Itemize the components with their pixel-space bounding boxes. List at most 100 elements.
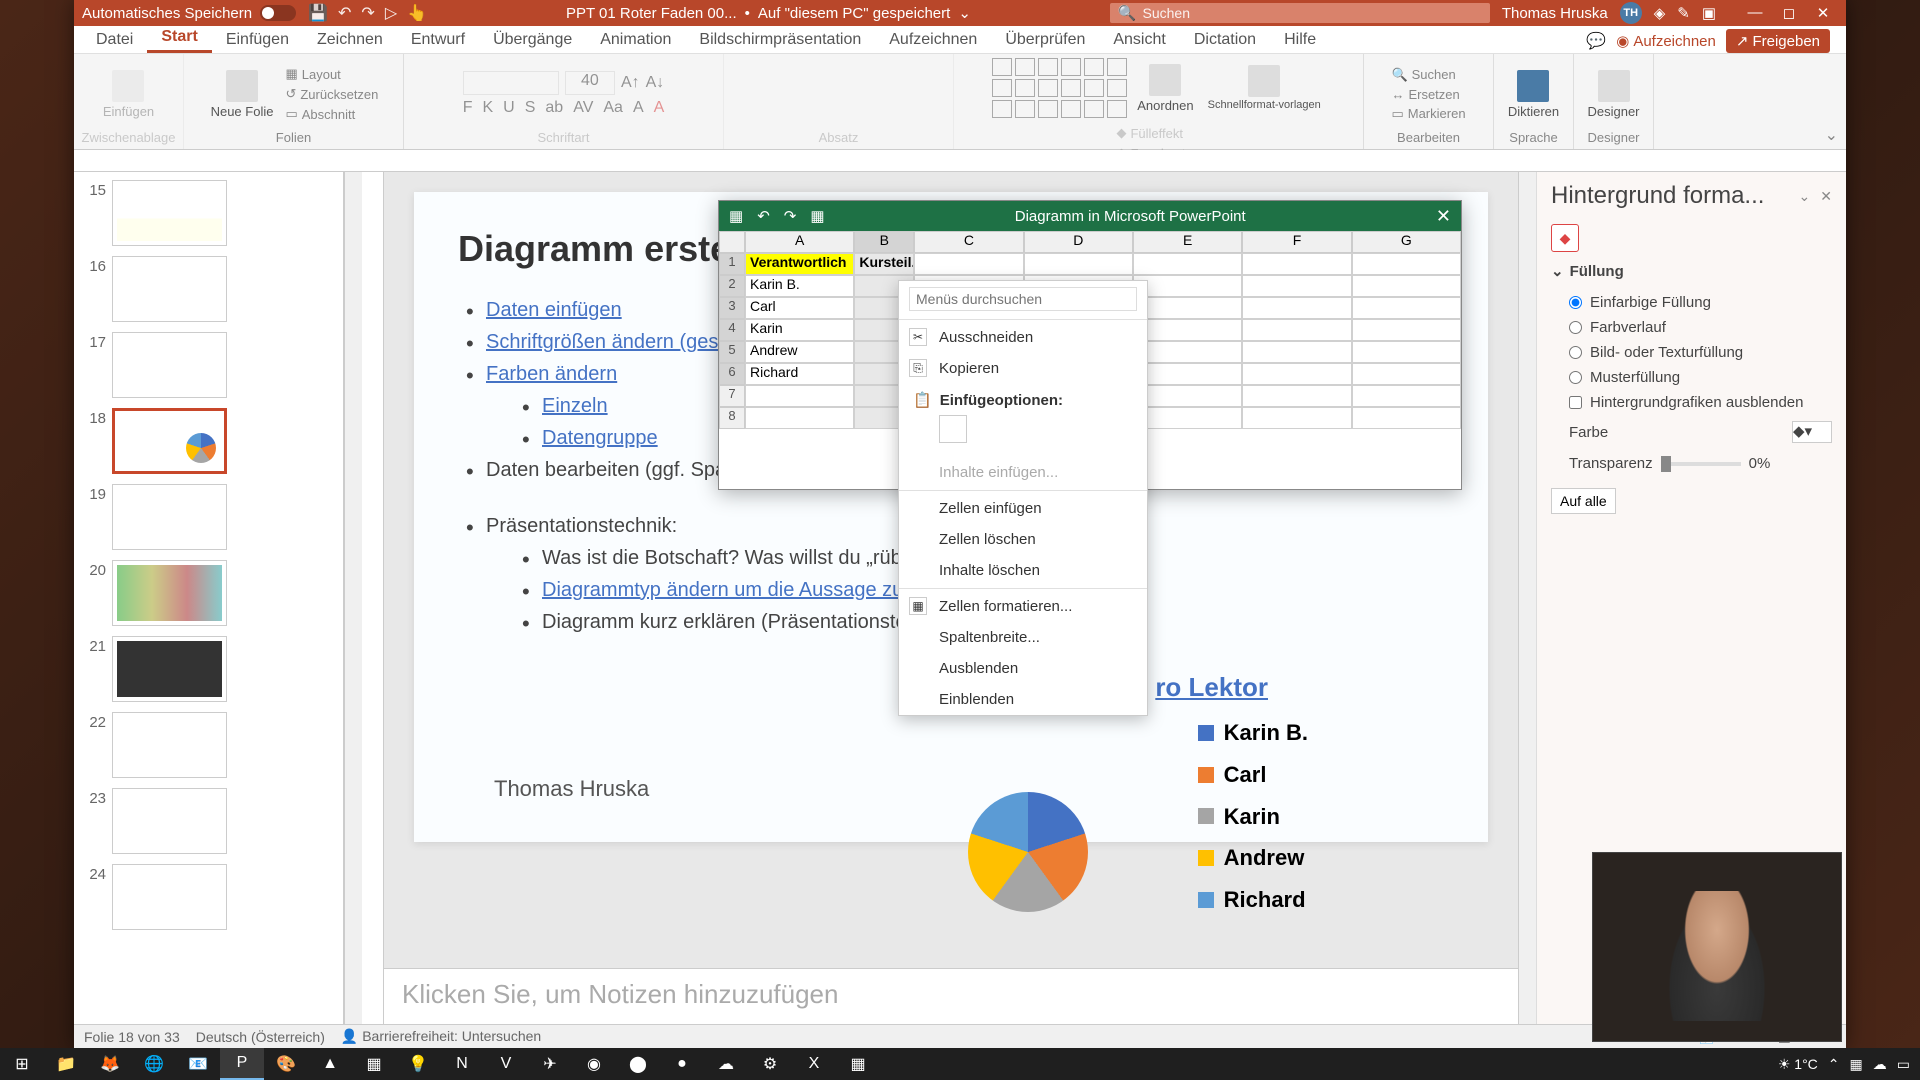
- col-header-a[interactable]: A: [745, 231, 854, 253]
- fill-gradient-option[interactable]: Farbverlauf: [1551, 315, 1832, 340]
- settings-icon[interactable]: ⚙: [748, 1048, 792, 1080]
- pane-dropdown-icon[interactable]: ⌄: [1799, 188, 1811, 205]
- excel-grid-icon[interactable]: ▦: [810, 207, 824, 225]
- accessibility-check[interactable]: 👤 Barrierefreiheit: Untersuchen: [341, 1028, 541, 1045]
- layout-button[interactable]: ▦ Layout: [283, 65, 380, 83]
- user-avatar[interactable]: TH: [1620, 2, 1642, 24]
- undo-icon[interactable]: ↶: [338, 3, 351, 23]
- cell-a6[interactable]: Richard: [745, 363, 854, 385]
- tab-dictation[interactable]: Dictation: [1180, 27, 1270, 53]
- shapes-gallery[interactable]: [992, 58, 1127, 118]
- select-button[interactable]: ▭ Markieren: [1389, 105, 1467, 123]
- new-slide-button[interactable]: Neue Folie: [207, 68, 278, 121]
- paste-option-default[interactable]: [939, 415, 967, 443]
- tray-icon-3[interactable]: ▭: [1897, 1056, 1910, 1073]
- grow-font-icon[interactable]: A↑: [621, 74, 640, 92]
- cell-a1[interactable]: Verantwortlich: [745, 253, 854, 275]
- underline-button[interactable]: U: [503, 99, 515, 117]
- excel-undo-icon[interactable]: ↶: [757, 207, 770, 225]
- ctx-insert-cells[interactable]: Zellen einfügen: [899, 493, 1147, 524]
- color-picker[interactable]: ◆▾: [1792, 421, 1832, 443]
- tab-animation[interactable]: Animation: [586, 27, 685, 53]
- quickformat-button[interactable]: Schnellformat-vorlagen: [1204, 63, 1325, 113]
- find-button[interactable]: 🔍 Suchen: [1389, 66, 1457, 84]
- fill-pattern-option[interactable]: Musterfüllung: [1551, 365, 1832, 390]
- replace-button[interactable]: ↔ Ersetzen: [1389, 86, 1461, 103]
- excel-redo-icon[interactable]: ↷: [784, 207, 797, 225]
- vlc-icon[interactable]: ▲: [308, 1048, 352, 1080]
- tab-einfuegen[interactable]: Einfügen: [212, 27, 303, 53]
- cell-a5[interactable]: Andrew: [745, 341, 854, 363]
- arrange-button[interactable]: Anordnen: [1133, 62, 1197, 115]
- menu-search-input[interactable]: [909, 287, 1137, 311]
- ctx-copy[interactable]: ⎘Kopieren: [899, 353, 1147, 384]
- record-button[interactable]: ◉ Aufzeichnen: [1616, 32, 1716, 50]
- tab-aufzeichnen[interactable]: Aufzeichnen: [875, 27, 991, 53]
- bold-button[interactable]: F: [463, 99, 473, 117]
- autosave-toggle[interactable]: [260, 5, 296, 21]
- diamond-icon[interactable]: ◈: [1654, 4, 1666, 22]
- app-icon-4[interactable]: V: [484, 1048, 528, 1080]
- thumb-24[interactable]: [112, 864, 227, 930]
- tray-icon-2[interactable]: ☁: [1873, 1056, 1887, 1073]
- onenote-icon[interactable]: N: [440, 1048, 484, 1080]
- cell-b1[interactable]: Kursteil.: [854, 253, 914, 275]
- window-icon[interactable]: ▣: [1702, 4, 1716, 22]
- powerpoint-icon[interactable]: P: [220, 1048, 264, 1080]
- app-icon-5[interactable]: ◉: [572, 1048, 616, 1080]
- font-size-input[interactable]: 40: [565, 71, 615, 95]
- tab-hilfe[interactable]: Hilfe: [1270, 27, 1330, 53]
- dictate-button[interactable]: Diktieren: [1504, 68, 1563, 121]
- ctx-hide[interactable]: Ausblenden: [899, 653, 1147, 684]
- save-icon[interactable]: 💾: [308, 3, 328, 23]
- tray-chevron-icon[interactable]: ⌃: [1828, 1056, 1840, 1073]
- thumb-21[interactable]: [112, 636, 227, 702]
- tab-ueberpruefen[interactable]: Überprüfen: [991, 27, 1099, 53]
- thumb-17[interactable]: [112, 332, 227, 398]
- reset-button[interactable]: ↺ Zurücksetzen: [283, 85, 380, 103]
- app-icon-2[interactable]: ▦: [352, 1048, 396, 1080]
- telegram-icon[interactable]: ✈: [528, 1048, 572, 1080]
- app-icon-6[interactable]: ●: [660, 1048, 704, 1080]
- obs-icon[interactable]: ⬤: [616, 1048, 660, 1080]
- minimize-button[interactable]: —: [1740, 4, 1770, 22]
- app-icon-1[interactable]: 🎨: [264, 1048, 308, 1080]
- excel-icon[interactable]: X: [792, 1048, 836, 1080]
- redo-icon[interactable]: ↷: [361, 3, 374, 23]
- cell-a2[interactable]: Karin B.: [745, 275, 854, 297]
- ctx-clear[interactable]: Inhalte löschen: [899, 555, 1147, 586]
- shrink-font-icon[interactable]: A↓: [646, 74, 665, 92]
- ctx-unhide[interactable]: Einblenden: [899, 684, 1147, 715]
- app-icon-3[interactable]: 💡: [396, 1048, 440, 1080]
- thumb-15[interactable]: [112, 180, 227, 246]
- notes-pane[interactable]: Klicken Sie, um Notizen hinzuzufügen: [384, 968, 1518, 1024]
- thumb-18[interactable]: [112, 408, 227, 474]
- comments-icon[interactable]: 💬: [1586, 31, 1606, 51]
- fill-picture-option[interactable]: Bild- oder Texturfüllung: [1551, 340, 1832, 365]
- thumb-20[interactable]: [112, 560, 227, 626]
- ctx-format-cells[interactable]: ▦Zellen formatieren...: [899, 591, 1147, 622]
- select-all-cell[interactable]: [719, 231, 745, 253]
- tab-ansicht[interactable]: Ansicht: [1099, 27, 1179, 53]
- touch-icon[interactable]: 👆: [407, 3, 427, 23]
- firefox-icon[interactable]: 🦊: [88, 1048, 132, 1080]
- explorer-icon[interactable]: 📁: [44, 1048, 88, 1080]
- apply-all-button[interactable]: Auf alle: [1551, 488, 1616, 514]
- col-header-e[interactable]: E: [1133, 231, 1242, 253]
- shape-fill-button[interactable]: ◆ Fülleffekt: [1114, 124, 1202, 142]
- paste-button[interactable]: Einfügen: [99, 68, 158, 121]
- designer-button[interactable]: Designer: [1583, 68, 1643, 121]
- col-header-f[interactable]: F: [1242, 231, 1351, 253]
- tab-datei[interactable]: Datei: [82, 27, 147, 53]
- hide-bg-option[interactable]: Hintergrundgrafiken ausblenden: [1551, 390, 1832, 415]
- col-header-g[interactable]: G: [1352, 231, 1461, 253]
- app-icon-7[interactable]: ☁: [704, 1048, 748, 1080]
- search-box[interactable]: 🔍: [1110, 3, 1490, 23]
- excel-close-button[interactable]: ✕: [1436, 206, 1451, 227]
- thumb-22[interactable]: [112, 712, 227, 778]
- start-button[interactable]: ⊞: [0, 1048, 44, 1080]
- outlook-icon[interactable]: 📧: [176, 1048, 220, 1080]
- maximize-button[interactable]: ◻: [1774, 4, 1804, 22]
- fill-solid-option[interactable]: Einfarbige Füllung: [1551, 290, 1832, 315]
- tab-zeichnen[interactable]: Zeichnen: [303, 27, 397, 53]
